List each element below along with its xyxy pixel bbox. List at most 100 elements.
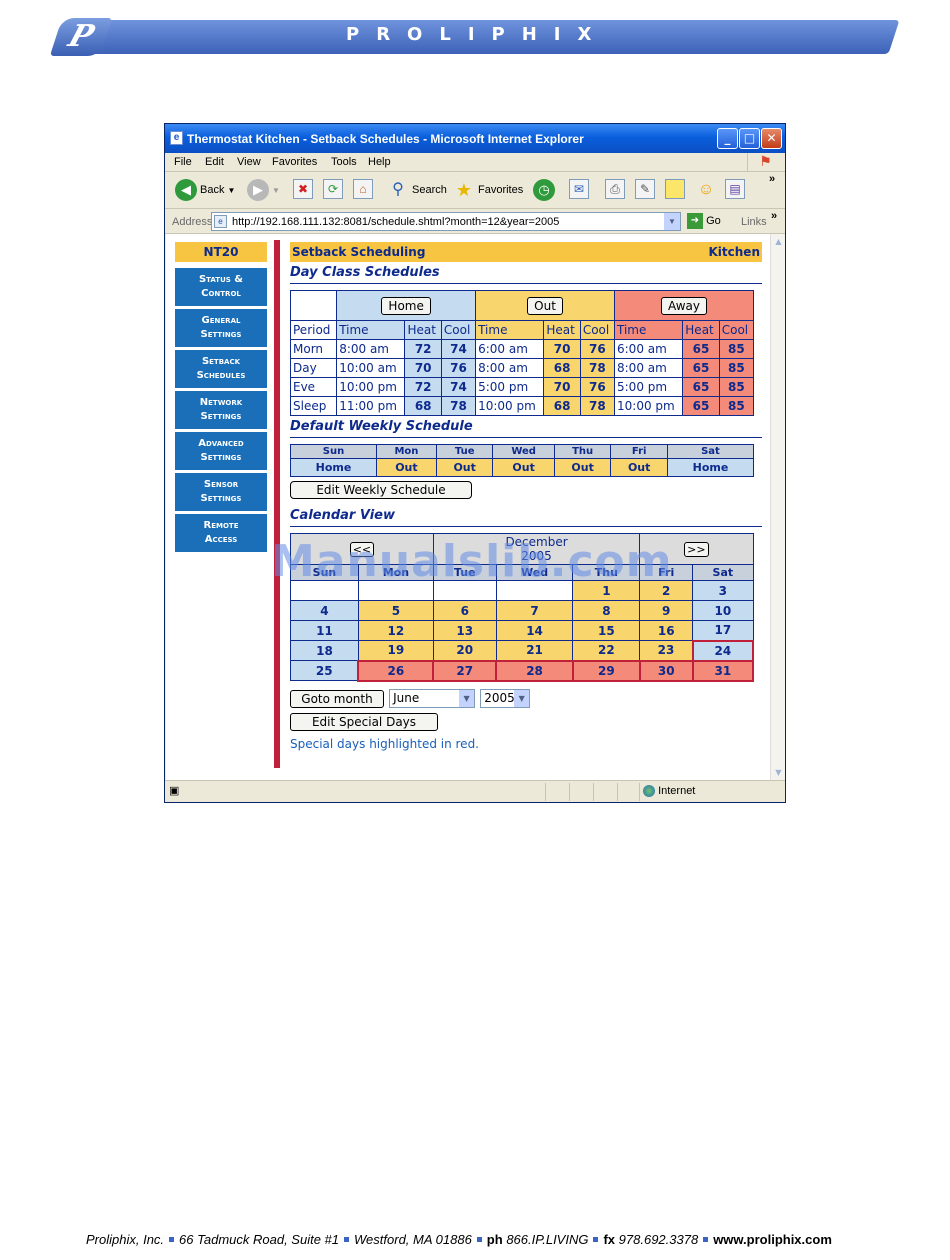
home-cool[interactable]: 76	[440, 358, 477, 378]
away-heat[interactable]: 65	[682, 396, 720, 416]
out-time[interactable]: 8:00 am	[475, 358, 545, 378]
out-time[interactable]: 5:00 pm	[475, 377, 545, 397]
out-heat[interactable]: 70	[543, 339, 581, 359]
calendar-day[interactable]: 2	[639, 580, 694, 601]
calendar-day[interactable]: 15	[572, 620, 641, 641]
go-button[interactable]: ➜ Go	[687, 213, 721, 229]
calendar-day-special[interactable]: 26	[357, 659, 435, 682]
away-heat[interactable]: 65	[682, 358, 720, 378]
menu-tools[interactable]: Tools	[331, 156, 357, 168]
links-overflow-icon[interactable]: »	[771, 210, 777, 222]
calendar-day-special[interactable]: 29	[571, 659, 641, 682]
calendar-day[interactable]: 6	[432, 600, 497, 621]
calendar-day-special[interactable]: 31	[691, 659, 755, 682]
nav-general-settings[interactable]: General Settings	[175, 309, 267, 347]
calendar-day[interactable]: 5	[357, 600, 434, 621]
search-button[interactable]: ⚲ Search	[387, 179, 447, 203]
home-heat[interactable]: 72	[404, 339, 442, 359]
calendar-day[interactable]: 11	[290, 620, 359, 641]
links-button[interactable]: Links	[741, 216, 767, 228]
calendar-day-special[interactable]: 24	[691, 639, 755, 662]
nav-status-control[interactable]: Status & Control	[175, 268, 267, 306]
home-cool[interactable]: 78	[440, 396, 477, 416]
calendar-day[interactable]: 18	[290, 640, 359, 661]
scroll-down-icon[interactable]: ▼	[771, 765, 786, 780]
away-cool[interactable]: 85	[718, 396, 755, 416]
vertical-scrollbar[interactable]: ▲ ▼	[770, 234, 785, 780]
calendar-day[interactable]: 22	[572, 640, 641, 661]
away-cool[interactable]: 85	[718, 377, 755, 397]
calendar-day[interactable]: 20	[432, 640, 497, 661]
home-heat[interactable]: 68	[404, 396, 442, 416]
calendar-day[interactable]: 25	[290, 660, 359, 681]
edit-button[interactable]: ✎	[635, 179, 655, 203]
out-cool[interactable]: 76	[579, 339, 616, 359]
calendar-day[interactable]: 9	[639, 600, 694, 621]
calendar-day[interactable]: 4	[290, 600, 359, 621]
calendar-day[interactable]: 10	[692, 600, 754, 621]
away-time[interactable]: 10:00 pm	[613, 396, 684, 416]
prev-month-button[interactable]: <<	[349, 541, 375, 557]
calendar-day[interactable]: 19	[357, 640, 434, 661]
out-heat[interactable]: 68	[543, 358, 581, 378]
address-input[interactable]: e http://192.168.111.132:8081/schedule.s…	[211, 212, 681, 231]
out-cool[interactable]: 78	[579, 396, 616, 416]
calendar-day-special[interactable]: 27	[432, 659, 498, 682]
close-button[interactable]: ✕	[761, 128, 782, 149]
nav-sensor-settings[interactable]: Sensor Settings	[175, 473, 267, 511]
menu-favorites[interactable]: Favorites	[272, 156, 317, 168]
maximize-button[interactable]: □	[739, 128, 760, 149]
home-class-button[interactable]: Home	[381, 296, 431, 315]
goto-month-button[interactable]: Goto month	[290, 689, 384, 708]
home-heat[interactable]: 72	[404, 377, 442, 397]
calendar-day-special[interactable]: 28	[495, 659, 574, 682]
calendar-day-special[interactable]: 30	[638, 659, 694, 682]
calendar-day[interactable]: 23	[639, 640, 694, 661]
address-dropdown-icon[interactable]: ▼	[664, 213, 680, 230]
menu-edit[interactable]: Edit	[205, 156, 224, 168]
home-time[interactable]: 10:00 am	[336, 358, 406, 378]
menu-help[interactable]: Help	[368, 156, 391, 168]
out-time[interactable]: 10:00 pm	[475, 396, 545, 416]
away-heat[interactable]: 65	[682, 377, 720, 397]
calendar-day[interactable]: 7	[495, 600, 574, 621]
home-cool[interactable]: 74	[440, 377, 477, 397]
scroll-up-icon[interactable]: ▲	[771, 234, 786, 249]
calendar-day[interactable]: 13	[432, 620, 497, 641]
away-time[interactable]: 5:00 pm	[613, 377, 684, 397]
out-cool[interactable]: 76	[579, 377, 616, 397]
back-button[interactable]: ◀ Back ▼	[175, 179, 235, 203]
away-class-button[interactable]: Away	[661, 296, 707, 315]
out-heat[interactable]: 70	[543, 377, 581, 397]
forward-button[interactable]: ▶ ▼	[247, 179, 280, 203]
messenger-button[interactable]: ☺	[695, 179, 717, 203]
calendar-day[interactable]: 14	[495, 620, 574, 641]
menu-file[interactable]: File	[174, 156, 192, 168]
calendar-day[interactable]: 12	[357, 620, 434, 641]
toolbar-overflow-icon[interactable]: »	[769, 173, 775, 197]
calendar-day[interactable]: 17	[692, 620, 754, 641]
out-time[interactable]: 6:00 am	[475, 339, 545, 359]
home-heat[interactable]: 70	[404, 358, 442, 378]
home-time[interactable]: 11:00 pm	[336, 396, 406, 416]
next-month-button[interactable]: >>	[684, 541, 709, 557]
menu-view[interactable]: View	[237, 156, 261, 168]
title-bar[interactable]: e Thermostat Kitchen - Setback Schedules…	[165, 124, 785, 153]
month-select[interactable]: June ▼	[389, 688, 476, 708]
calendar-day[interactable]: 3	[692, 580, 754, 601]
away-heat[interactable]: 65	[682, 339, 720, 359]
home-button[interactable]: ⌂	[353, 179, 373, 203]
refresh-button[interactable]: ⟳	[323, 179, 343, 203]
calendar-day[interactable]: 21	[495, 640, 574, 661]
away-cool[interactable]: 85	[718, 358, 755, 378]
edit-weekly-schedule-button[interactable]: Edit Weekly Schedule	[290, 481, 472, 499]
print-button[interactable]: ⎙	[605, 179, 625, 203]
minimize-button[interactable]: _	[717, 128, 738, 149]
history-button[interactable]: ◷	[533, 179, 555, 203]
discuss-button[interactable]	[665, 179, 685, 203]
calendar-day[interactable]: 1	[572, 580, 641, 601]
calendar-day[interactable]: 16	[639, 620, 694, 641]
nav-network-settings[interactable]: Network Settings	[175, 391, 267, 429]
stop-button[interactable]: ✖	[293, 179, 313, 203]
out-class-button[interactable]: Out	[527, 296, 563, 315]
